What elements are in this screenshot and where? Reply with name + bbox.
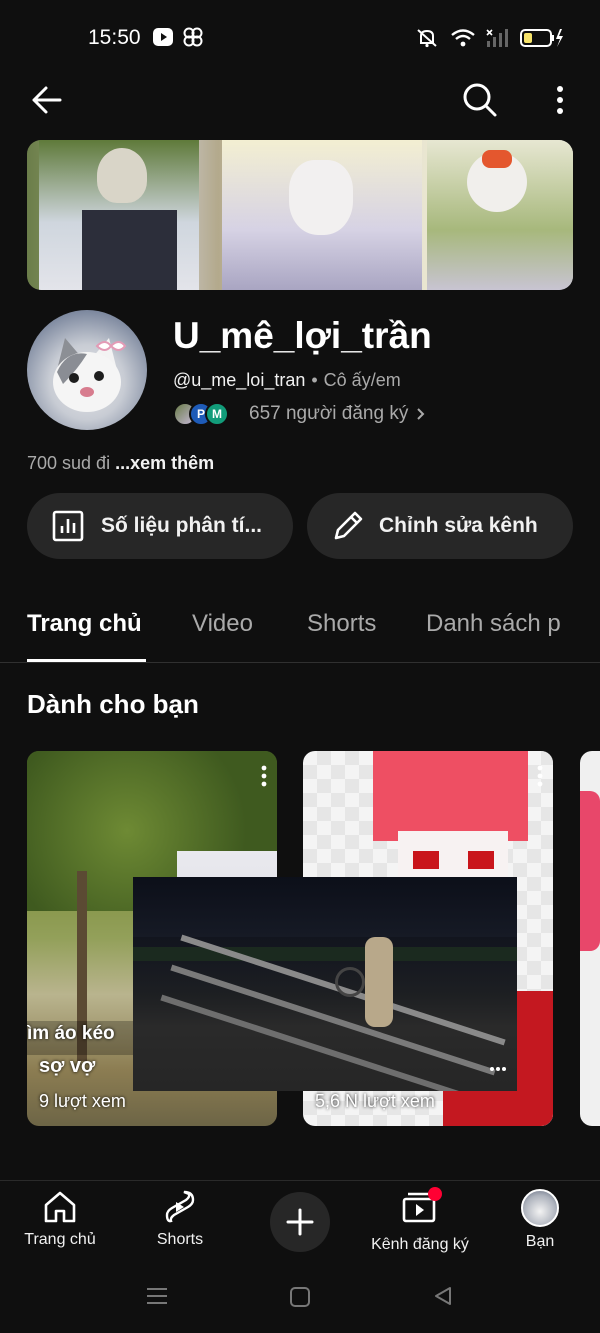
more-options-button[interactable] bbox=[545, 80, 575, 120]
analytics-button[interactable]: Số liệu phân tí... bbox=[27, 493, 293, 559]
battery-charging-icon bbox=[520, 29, 563, 47]
pixel-eye-left bbox=[413, 851, 439, 869]
status-right-icons bbox=[414, 27, 564, 49]
caption-text: ìm áo kéo bbox=[27, 1023, 115, 1044]
top-app-bar bbox=[0, 78, 600, 124]
subscriber-avatar-3: M bbox=[205, 402, 229, 426]
tree-line bbox=[133, 947, 517, 961]
triangle-back-icon bbox=[435, 1287, 451, 1305]
banner-red-bow bbox=[482, 150, 512, 168]
banner-mask-2 bbox=[289, 160, 353, 235]
system-recents-button[interactable] bbox=[146, 1286, 168, 1311]
tab-home[interactable]: Trang chủ bbox=[27, 610, 142, 638]
subscribers-row[interactable]: P M 657 người đăng ký bbox=[173, 402, 425, 426]
floating-video-preview[interactable] bbox=[133, 877, 517, 1091]
channel-handle: @u_me_loi_tran bbox=[173, 370, 306, 390]
channel-description[interactable]: 700 sud đi ...xem thêm bbox=[27, 453, 214, 474]
cell-signal-icon bbox=[486, 29, 508, 47]
pixel-hair bbox=[373, 751, 528, 841]
status-app-icons bbox=[152, 26, 204, 48]
caption-overlay: ìm áo kéo bbox=[27, 1021, 137, 1055]
tab-shorts[interactable]: Shorts bbox=[307, 610, 376, 638]
arrow-back-icon bbox=[32, 86, 62, 114]
mute-bell-icon bbox=[417, 29, 437, 48]
notification-dot bbox=[428, 1187, 442, 1201]
edit-channel-label: Chỉnh sửa kênh bbox=[379, 514, 538, 537]
channel-tabs: Trang chủ Video Shorts Danh sách p bbox=[0, 600, 600, 663]
preview-more-button[interactable] bbox=[489, 1059, 507, 1077]
analytics-chart-icon bbox=[52, 510, 84, 542]
bicycle-wheel bbox=[335, 967, 365, 997]
partial-card-art bbox=[580, 791, 600, 951]
status-time: 15:50 bbox=[88, 26, 141, 49]
nav-you[interactable]: Bạn bbox=[480, 1181, 600, 1271]
short-views: 9 lượt xem bbox=[39, 1091, 126, 1111]
channel-handle-row: @u_me_loi_tran • Cô ấy/em bbox=[173, 370, 401, 391]
menu-lines-icon bbox=[147, 1288, 167, 1304]
description-text: 700 sud đi bbox=[27, 453, 111, 473]
nav-home-label: Trang chủ bbox=[24, 1231, 96, 1248]
chevron-right-icon bbox=[417, 408, 425, 420]
night-sky bbox=[133, 877, 517, 937]
walking-person bbox=[365, 937, 393, 1027]
pixel-eye-right bbox=[468, 851, 494, 869]
pinwheel-app-icon bbox=[183, 27, 203, 47]
channel-banner[interactable] bbox=[27, 140, 573, 290]
nav-home[interactable]: Trang chủ bbox=[0, 1181, 120, 1271]
system-back-button[interactable] bbox=[432, 1285, 454, 1312]
status-bar: 15:50 bbox=[0, 0, 600, 74]
cat-avatar-icon bbox=[53, 338, 127, 412]
more-vertical-icon bbox=[537, 765, 543, 787]
nav-shorts-label: Shorts bbox=[156, 1231, 204, 1248]
more-vertical-icon bbox=[557, 86, 563, 114]
video-app-icon bbox=[153, 28, 173, 46]
system-navigation-bar bbox=[0, 1270, 600, 1333]
system-home-button[interactable] bbox=[289, 1286, 311, 1313]
channel-pronouns: Cô ấy/em bbox=[323, 370, 401, 390]
subscriber-count: 657 người đăng ký bbox=[249, 403, 409, 424]
short-title: sợ vợ bbox=[39, 1055, 96, 1077]
more-horizontal-icon bbox=[490, 1067, 506, 1071]
search-icon bbox=[463, 83, 497, 117]
tab-videos[interactable]: Video bbox=[192, 610, 253, 638]
you-avatar-icon bbox=[521, 1189, 559, 1227]
channel-avatar[interactable] bbox=[27, 310, 147, 430]
square-home-icon bbox=[290, 1287, 310, 1307]
card-more-button[interactable] bbox=[537, 765, 543, 792]
see-more-link[interactable]: ...xem thêm bbox=[115, 453, 214, 473]
create-plus-icon bbox=[286, 1208, 314, 1236]
channel-name: U_mê_lợi_trần bbox=[173, 315, 432, 356]
analytics-label: Số liệu phân tí... bbox=[101, 514, 263, 537]
create-button[interactable] bbox=[270, 1192, 330, 1252]
nav-subscriptions-label: Kênh đăng ký bbox=[371, 1236, 469, 1253]
wifi-icon bbox=[451, 29, 475, 47]
crosswalk-stripe-3 bbox=[160, 994, 486, 1091]
nav-subscriptions[interactable]: Kênh đăng ký bbox=[360, 1181, 480, 1271]
banner-mask-1 bbox=[97, 148, 147, 203]
section-title: Dành cho bạn bbox=[27, 689, 199, 719]
banner-jacket-1 bbox=[82, 210, 177, 290]
short-card-3-partial[interactable] bbox=[580, 751, 600, 1126]
home-icon bbox=[44, 1191, 76, 1223]
separator-dot: • bbox=[311, 370, 318, 390]
more-vertical-icon bbox=[261, 765, 267, 787]
tab-playlists[interactable]: Danh sách p bbox=[426, 610, 561, 638]
search-button[interactable] bbox=[460, 80, 500, 120]
nav-shorts[interactable]: Shorts bbox=[120, 1181, 240, 1271]
short-views: 5,6 N lượt xem bbox=[315, 1091, 435, 1111]
nav-you-label: Bạn bbox=[525, 1233, 555, 1250]
pencil-edit-icon bbox=[334, 511, 363, 540]
back-button[interactable] bbox=[27, 80, 67, 120]
edit-channel-button[interactable]: Chỉnh sửa kênh bbox=[307, 493, 573, 559]
active-tab-indicator bbox=[27, 659, 146, 662]
card-more-button[interactable] bbox=[261, 765, 267, 792]
shorts-icon bbox=[165, 1190, 195, 1223]
